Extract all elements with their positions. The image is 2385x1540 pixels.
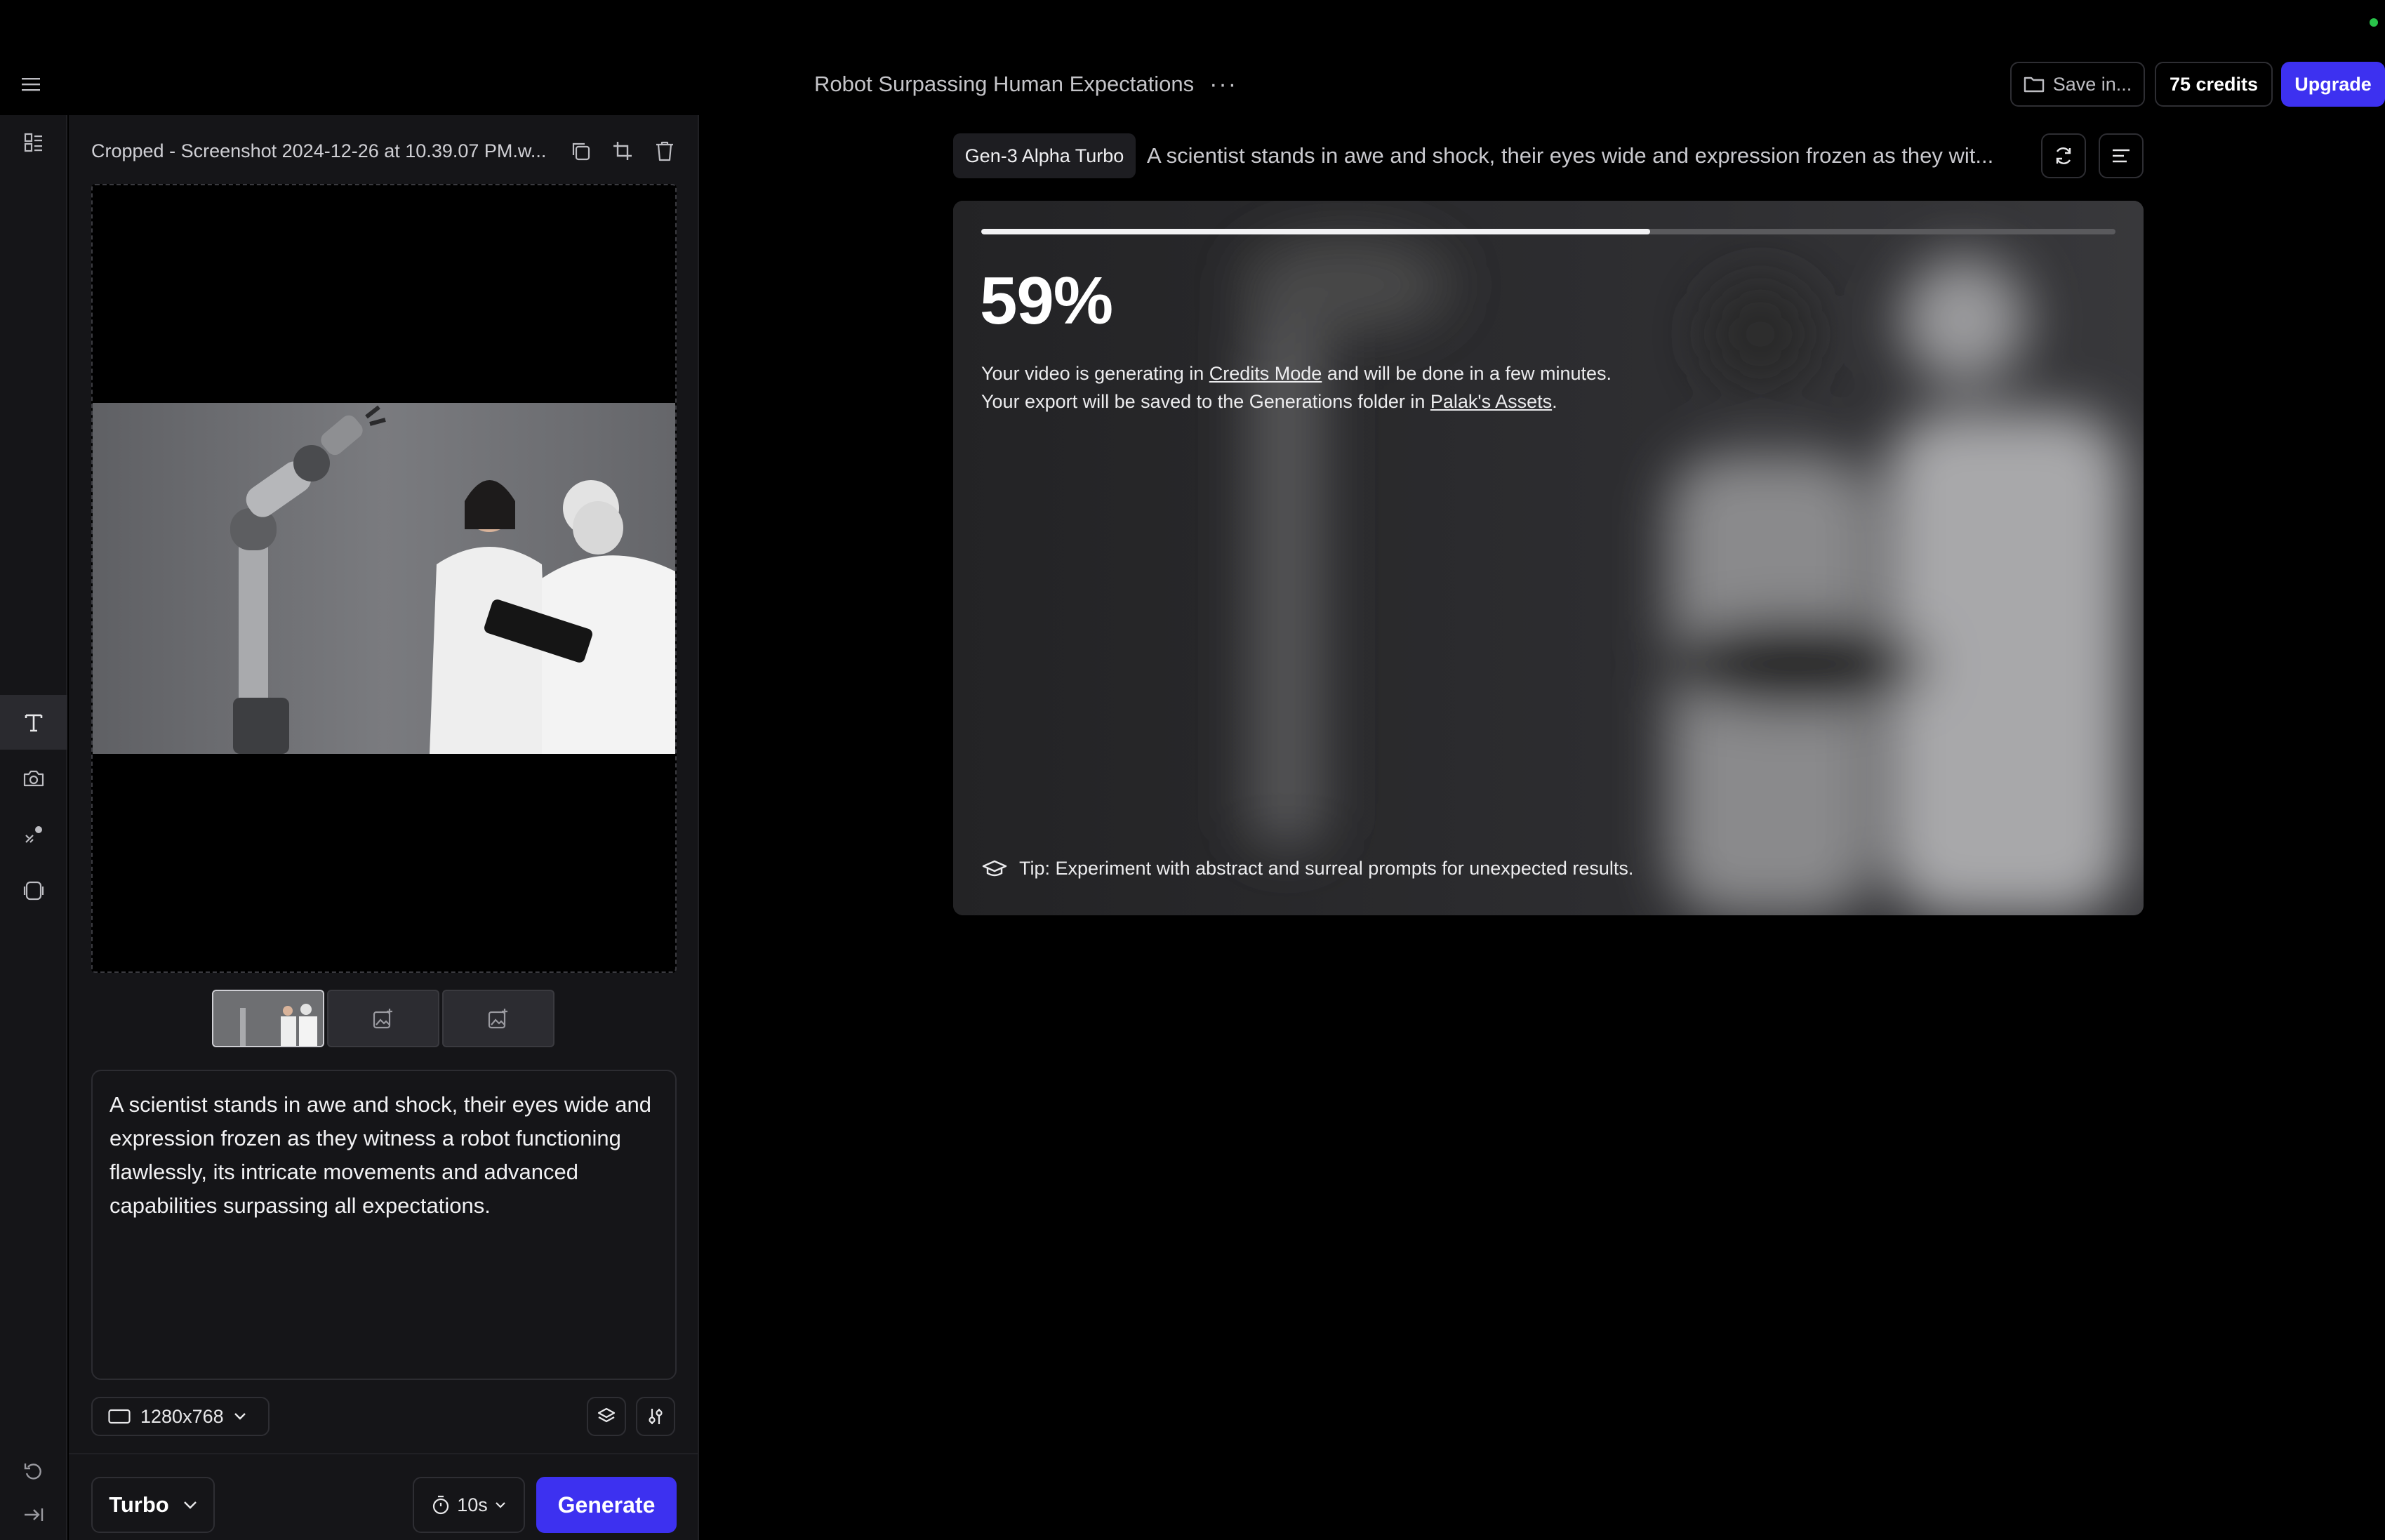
model-label: Gen-3 Alpha Turbo bbox=[964, 145, 1124, 166]
blurred-preview bbox=[953, 201, 2144, 915]
generation-progress-card: 59% Your video is generating in Credits … bbox=[953, 201, 2144, 915]
text-icon bbox=[25, 714, 43, 732]
rail-text-button[interactable] bbox=[0, 695, 67, 750]
camera-icon bbox=[23, 770, 44, 787]
robot-scientists-illustration bbox=[93, 403, 675, 754]
reuse-settings-button[interactable] bbox=[2041, 133, 2086, 178]
more-options-icon[interactable]: ··· bbox=[1209, 72, 1237, 96]
presets-button[interactable] bbox=[587, 1397, 626, 1436]
status-text: Your export will be saved to the Generat… bbox=[981, 391, 1430, 412]
undo-button[interactable] bbox=[13, 1459, 55, 1484]
save-in-button[interactable]: Save in... bbox=[2010, 62, 2145, 107]
keyframe-row bbox=[212, 990, 556, 1047]
resolution-dropdown[interactable]: 1280x768 bbox=[91, 1397, 270, 1436]
generation-prompt-preview: A scientist stands in awe and shock, the… bbox=[1147, 143, 1994, 168]
keyframe-thumbnail bbox=[213, 991, 323, 1046]
assets-icon bbox=[24, 133, 42, 152]
model-badge: Gen-3 Alpha Turbo bbox=[953, 133, 1136, 178]
add-image-icon bbox=[488, 1009, 507, 1029]
duration-label: 10s bbox=[457, 1494, 488, 1515]
status-indicator bbox=[2370, 18, 2378, 27]
input-file-name: Cropped - Screenshot 2024-12-26 at 10.39… bbox=[91, 140, 547, 161]
undo-icon bbox=[24, 1463, 41, 1480]
status-line-1: Your video is generating in Credits Mode… bbox=[981, 359, 1612, 387]
collapse-icon bbox=[25, 1508, 44, 1521]
status-text: Your video is generating in bbox=[981, 363, 1209, 384]
status-line-2: Your export will be saved to the Generat… bbox=[981, 387, 1612, 416]
resolution-label: 1280x768 bbox=[140, 1405, 224, 1427]
add-image-icon bbox=[373, 1009, 392, 1029]
rail-motion-brush-button[interactable] bbox=[0, 807, 67, 862]
input-image bbox=[93, 403, 675, 754]
timer-icon bbox=[433, 1495, 449, 1515]
rail-layers-button[interactable] bbox=[0, 863, 67, 918]
graduation-cap-icon bbox=[982, 860, 1007, 876]
generate-label: Generate bbox=[557, 1492, 656, 1518]
model-mode-label: Turbo bbox=[109, 1492, 169, 1517]
trash-icon bbox=[656, 141, 673, 161]
status-text: and will be done in a few minutes. bbox=[1322, 363, 1612, 384]
prompt-textarea[interactable]: A scientist stands in awe and shock, the… bbox=[91, 1070, 677, 1380]
details-button[interactable] bbox=[2099, 133, 2144, 178]
divider bbox=[69, 1453, 699, 1454]
keyframe-middle[interactable] bbox=[327, 990, 439, 1047]
generate-button[interactable]: Generate bbox=[536, 1477, 677, 1533]
chevron-down-icon bbox=[495, 1502, 505, 1508]
frames-icon bbox=[23, 881, 44, 901]
tool-rail bbox=[0, 115, 67, 1540]
tip-text: Tip: Experiment with abstract and surrea… bbox=[1019, 858, 1634, 879]
progress-bar bbox=[981, 229, 2115, 234]
refresh-icon bbox=[2056, 147, 2071, 164]
chevron-down-icon bbox=[234, 1413, 246, 1420]
credits-button[interactable]: 75 credits bbox=[2155, 62, 2273, 107]
menu-button[interactable] bbox=[17, 70, 45, 98]
progress-bar-fill bbox=[981, 229, 1651, 234]
credits-mode-link[interactable]: Credits Mode bbox=[1209, 363, 1322, 384]
settings-button[interactable] bbox=[636, 1397, 675, 1436]
generation-status-message: Your video is generating in Credits Mode… bbox=[981, 359, 1612, 416]
collapse-panel-button[interactable] bbox=[13, 1502, 55, 1527]
upgrade-label: Upgrade bbox=[2294, 73, 2372, 95]
project-title[interactable]: Robot Surpassing Human Expectations bbox=[814, 72, 1194, 97]
duration-dropdown[interactable]: 10s bbox=[413, 1477, 525, 1533]
progress-percent: 59% bbox=[980, 263, 1113, 338]
assets-link[interactable]: Palak's Assets bbox=[1430, 391, 1552, 412]
keyframe-last[interactable] bbox=[442, 990, 554, 1047]
rail-assets-button[interactable] bbox=[0, 115, 67, 170]
layers-icon bbox=[597, 1407, 616, 1423]
folder-icon bbox=[2024, 77, 2044, 93]
crop-icon bbox=[613, 142, 632, 160]
aspect-ratio-icon bbox=[108, 1409, 131, 1424]
motion-brush-icon bbox=[25, 826, 42, 843]
crop-button[interactable] bbox=[606, 135, 639, 167]
text-align-icon bbox=[2113, 149, 2130, 163]
credits-label: 75 credits bbox=[2169, 73, 2259, 95]
duplicate-button[interactable] bbox=[564, 135, 597, 167]
chevron-down-icon bbox=[183, 1501, 197, 1509]
keyframe-first[interactable] bbox=[212, 990, 324, 1047]
delete-button[interactable] bbox=[649, 135, 681, 167]
upgrade-button[interactable]: Upgrade bbox=[2281, 62, 2385, 107]
duplicate-icon bbox=[572, 142, 590, 161]
rail-camera-button[interactable] bbox=[0, 751, 67, 806]
project-title-bar: Robot Surpassing Human Expectations ··· bbox=[814, 66, 1237, 102]
status-text: . bbox=[1552, 391, 1557, 412]
model-mode-dropdown[interactable]: Turbo bbox=[91, 1477, 215, 1533]
save-in-label: Save in... bbox=[2052, 73, 2132, 95]
tip-row: Tip: Experiment with abstract and surrea… bbox=[981, 858, 1633, 879]
hamburger-icon bbox=[22, 78, 40, 91]
input-file-row: Cropped - Screenshot 2024-12-26 at 10.39… bbox=[91, 133, 688, 168]
sliders-icon bbox=[649, 1409, 663, 1424]
